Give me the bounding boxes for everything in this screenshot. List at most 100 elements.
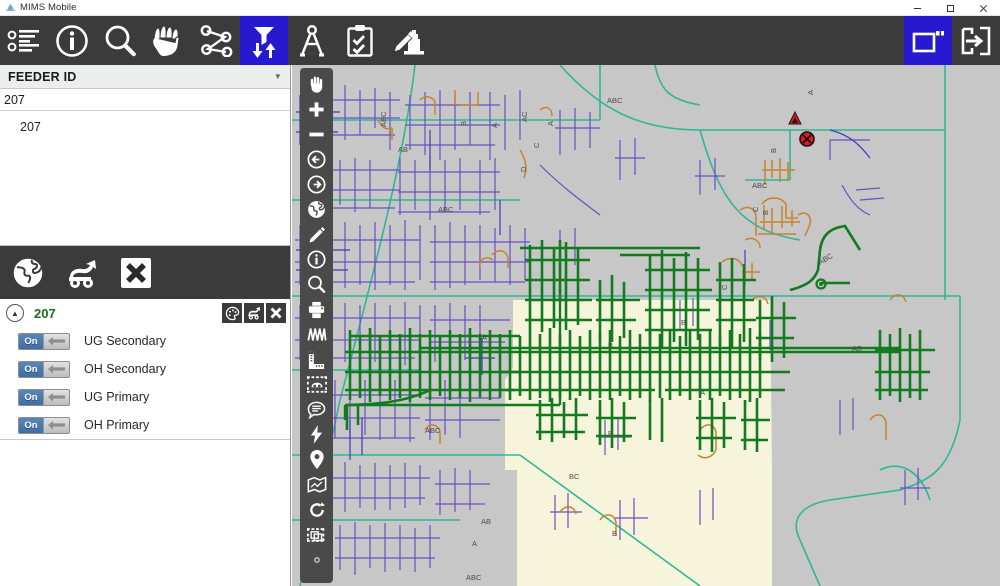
svg-text:ABC: ABC (466, 573, 482, 582)
filter-field-header[interactable]: FEEDER ID ▼ (0, 65, 290, 89)
filter-search-input-wrap[interactable]: 207 (0, 89, 290, 111)
window-controls (901, 0, 1000, 16)
group-select-tool[interactable] (300, 522, 333, 547)
pan-tool[interactable] (300, 72, 333, 97)
redline-tool[interactable] (300, 222, 333, 247)
svg-text:ABC: ABC (752, 181, 768, 190)
close-icon[interactable] (967, 0, 1000, 16)
window-title-bar: MIMS Mobile (0, 0, 1000, 16)
trace-button[interactable] (192, 16, 240, 65)
layer-toggle[interactable]: On (18, 361, 70, 378)
select-area-tool[interactable] (300, 372, 333, 397)
zoom-in-tool[interactable] (300, 97, 333, 122)
svg-text:A: A (490, 123, 499, 128)
panel-toolbar (0, 246, 290, 299)
annotate-tool[interactable] (300, 397, 333, 422)
svg-text:B: B (761, 210, 770, 215)
arrow-left-icon (43, 334, 69, 349)
open-switch-marker[interactable] (800, 132, 814, 146)
hardhat-icon (0, 2, 20, 13)
map-tool-strip (300, 68, 333, 583)
left-panel: FEEDER ID ▼ 207 207 (0, 65, 291, 586)
chevron-down-icon[interactable]: ▼ (274, 72, 282, 81)
place-marker-tool[interactable] (300, 447, 333, 472)
layer-row[interactable]: On UG Primary (0, 383, 290, 411)
list-view-button[interactable] (0, 16, 48, 65)
svg-text:ABC: ABC (607, 96, 623, 105)
layer-label: UG Secondary (84, 334, 166, 348)
search-input[interactable]: 207 (4, 93, 25, 107)
palette-icon[interactable] (222, 303, 242, 323)
measure-button[interactable] (288, 16, 336, 65)
layer-toggle-state: On (19, 362, 43, 377)
svg-text:A: A (806, 90, 815, 95)
main-toolbar (0, 16, 1000, 65)
print-tool[interactable] (300, 297, 333, 322)
remove-layer-button[interactable] (266, 303, 286, 323)
svg-text:B: B (608, 341, 613, 350)
filter-results-list[interactable]: 207 (0, 111, 290, 246)
zoom-to-globe-button[interactable] (4, 249, 52, 297)
layer-row[interactable]: On OH Primary (0, 411, 290, 439)
chevron-up-circle-icon[interactable]: ▲ (6, 304, 24, 322)
full-extent-tool[interactable] (300, 197, 333, 222)
list-item[interactable]: 207 (0, 117, 290, 137)
layer-toggle[interactable]: On (18, 333, 70, 350)
minimize-icon[interactable] (901, 0, 934, 16)
identify-tool[interactable] (300, 247, 333, 272)
svg-text:AB: AB (398, 145, 408, 154)
layer-group-header[interactable]: ▲ 207 (0, 299, 290, 327)
basemap-tool[interactable] (300, 472, 333, 497)
layer-toggle[interactable]: On (18, 417, 70, 434)
edit-equipment-button[interactable] (384, 16, 432, 65)
layer-row[interactable]: On OH Secondary (0, 355, 290, 383)
measure-angle-tool[interactable] (300, 347, 333, 372)
svg-text:A: A (546, 121, 555, 126)
filter-field-label: FEEDER ID (8, 70, 76, 84)
window-title: MIMS Mobile (20, 2, 77, 13)
info-button[interactable] (48, 16, 96, 65)
svg-text:ABC: ABC (379, 111, 388, 127)
layer-label: OH Primary (84, 418, 149, 432)
arrow-left-icon (43, 362, 69, 377)
layer-row[interactable]: On UG Secondary (0, 327, 290, 355)
layer-group-title: 207 (34, 306, 56, 321)
next-extent-tool[interactable] (300, 172, 333, 197)
svg-text:C: C (532, 142, 541, 148)
profile-tool[interactable] (300, 322, 333, 347)
panel-empty-area (0, 440, 290, 578)
identify-button[interactable] (144, 16, 192, 65)
maximize-icon[interactable] (934, 0, 967, 16)
arrow-left-icon (43, 390, 69, 405)
toolbar-spacer (432, 16, 904, 65)
map-canvas[interactable]: ABC AB B A AC C D A ABC ABC A B B B AB A… (292, 65, 1000, 586)
exit-button[interactable] (952, 16, 1000, 65)
layer-toggle-state: On (19, 390, 43, 405)
point-tool[interactable] (300, 547, 333, 572)
layer-label: OH Secondary (84, 362, 166, 376)
svg-text:C: C (751, 206, 760, 212)
zoom-to-layer-button[interactable] (244, 303, 264, 323)
svg-text:A: A (472, 539, 477, 548)
layer-toggle[interactable]: On (18, 389, 70, 406)
arrow-left-icon (43, 418, 69, 433)
zoom-to-vehicle-button[interactable] (58, 249, 106, 297)
find-tool[interactable] (300, 272, 333, 297)
svg-text:ABC: ABC (425, 426, 441, 435)
refresh-tool[interactable] (300, 497, 333, 522)
svg-text:AB: AB (852, 344, 862, 353)
energize-tool[interactable] (300, 422, 333, 447)
previous-extent-tool[interactable] (300, 147, 333, 172)
svg-text:BC: BC (569, 472, 580, 481)
svg-text:A: A (482, 333, 487, 342)
clear-selection-button[interactable] (112, 249, 160, 297)
window-switch-button[interactable] (904, 16, 952, 65)
zoom-out-tool[interactable] (300, 122, 333, 147)
search-button[interactable] (96, 16, 144, 65)
layer-label: UG Primary (84, 390, 149, 404)
layer-group-actions (222, 303, 286, 323)
layer-toggle-state: On (19, 334, 43, 349)
checklist-button[interactable] (336, 16, 384, 65)
filter-button[interactable] (240, 16, 288, 65)
svg-text:C: C (720, 284, 729, 290)
